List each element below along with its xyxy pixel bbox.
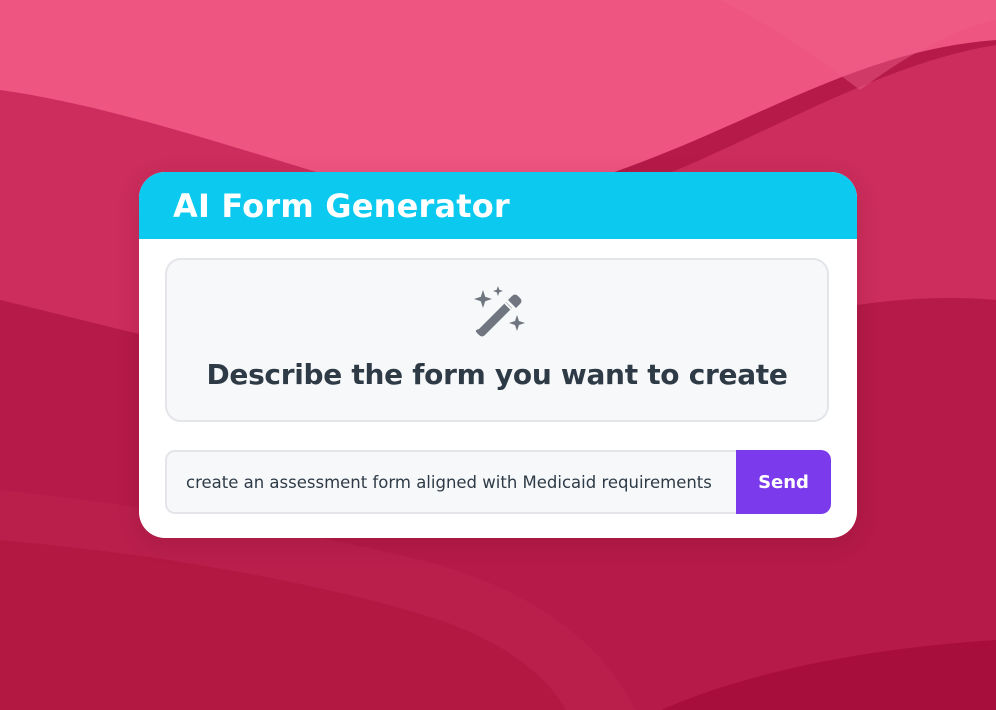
send-button[interactable]: Send — [736, 450, 831, 514]
input-row: Send — [165, 450, 831, 514]
magic-wand-sparkles-icon — [474, 286, 525, 337]
form-description-input[interactable] — [165, 450, 736, 514]
ai-form-generator-card: AI Form Generator Describe the form you … — [139, 172, 857, 538]
prompt-heading: Describe the form you want to create — [206, 358, 788, 391]
prompt-panel: Describe the form you want to create — [165, 258, 829, 422]
card-title: AI Form Generator — [173, 186, 510, 225]
card-header: AI Form Generator — [139, 172, 857, 239]
